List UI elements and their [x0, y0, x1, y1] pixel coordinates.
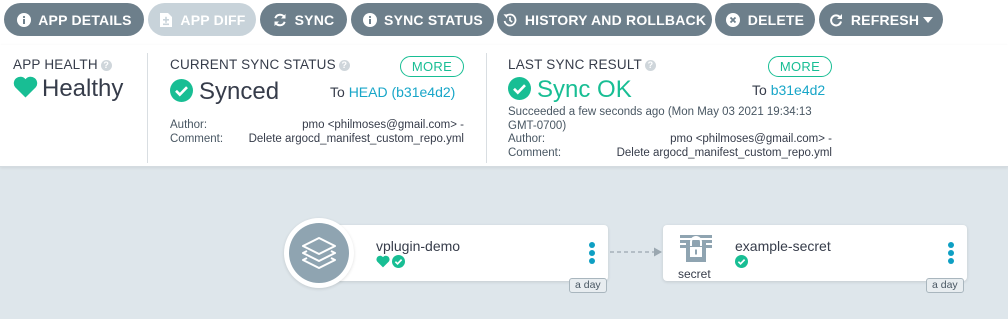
- info-icon: [362, 12, 377, 27]
- last-sync-more-button[interactable]: MORE: [768, 56, 832, 77]
- last-sync-author-label: Author:: [508, 133, 546, 145]
- delete-button[interactable]: DELETE: [715, 3, 815, 36]
- current-sync-label: CURRENT SYNC STATUS?: [170, 57, 350, 72]
- heart-icon: [13, 76, 38, 105]
- refresh-icon: [829, 12, 844, 27]
- help-icon[interactable]: ?: [338, 60, 350, 71]
- current-sync-author-label: Author:: [170, 119, 208, 131]
- divider: [486, 53, 487, 163]
- secret-node-menu-icon[interactable]: [948, 242, 954, 266]
- current-sync-author: pmo <philmoses@gmail.com> -: [302, 119, 464, 131]
- history-rollback-button[interactable]: HISTORY AND ROLLBACK: [497, 3, 712, 36]
- last-sync-value: Sync OK: [508, 76, 632, 107]
- check-circle-icon: [170, 79, 193, 109]
- check-circle-icon: [735, 255, 748, 273]
- divider: [147, 53, 148, 163]
- app-node[interactable]: vplugin-demo a day: [318, 225, 608, 293]
- app-node-name: vplugin-demo: [376, 238, 461, 254]
- app-node-status: [376, 255, 405, 273]
- info-icon: [16, 12, 31, 27]
- current-sync-comment: Delete argocd_manifest_custom_repo.yml: [248, 133, 464, 145]
- current-sync-target: To HEAD (b31e4d2): [330, 84, 456, 100]
- toolbar: APP DETAILS APP DIFF SYNC SYNC STATUS HI…: [0, 0, 1008, 45]
- app-node-circle[interactable]: [284, 218, 354, 288]
- last-sync-comment-label: Comment:: [508, 147, 562, 159]
- current-sync-value: Synced: [170, 78, 279, 109]
- app-details-button[interactable]: APP DETAILS: [4, 3, 144, 36]
- last-sync-comment: Delete argocd_manifest_custom_repo.yml: [616, 147, 832, 159]
- caret-down-icon: [923, 16, 934, 23]
- sync-icon: [273, 12, 288, 27]
- app-node-menu-icon[interactable]: [589, 242, 595, 266]
- lock-icon: [677, 233, 715, 268]
- help-icon[interactable]: ?: [645, 60, 656, 71]
- last-sync-author: pmo <philmoses@gmail.com> -: [670, 133, 832, 145]
- last-sync-revision-link[interactable]: b31e4d2: [771, 82, 826, 98]
- last-sync-succeeded-tz: GMT-0700): [508, 120, 567, 132]
- last-sync-succeeded: Succeeded a few seconds ago (Mon May 03 …: [508, 106, 812, 118]
- current-sync-more-button[interactable]: MORE: [400, 56, 464, 77]
- check-circle-icon: [392, 255, 405, 273]
- check-circle-icon: [508, 77, 531, 107]
- refresh-button[interactable]: REFRESH: [819, 3, 943, 36]
- status-panel: APP HEALTH? Healthy CURRENT SYNC STATUS?…: [0, 45, 1008, 167]
- help-icon[interactable]: ?: [100, 60, 112, 71]
- graph-edge: [610, 247, 662, 257]
- secret-node[interactable]: secret example-secret a day: [663, 225, 967, 293]
- sync-button[interactable]: SYNC: [260, 3, 347, 36]
- secret-node-name: example-secret: [735, 238, 831, 254]
- close-circle-icon: [726, 12, 741, 27]
- last-sync-label: LAST SYNC RESULT?: [508, 57, 656, 72]
- app-node-age: a day: [569, 278, 607, 293]
- sync-status-button[interactable]: SYNC STATUS: [351, 3, 494, 36]
- file-diff-icon: [158, 12, 173, 27]
- heart-icon: [376, 255, 390, 273]
- layers-icon: [289, 223, 349, 283]
- resource-graph: vplugin-demo a day secret example-secret…: [0, 168, 1008, 319]
- history-icon: [503, 12, 518, 27]
- secret-node-kind: secret: [678, 267, 711, 281]
- app-health-value: Healthy: [13, 75, 123, 105]
- secret-node-age: a day: [926, 278, 964, 293]
- current-sync-comment-label: Comment:: [170, 133, 224, 145]
- current-sync-revision-link[interactable]: HEAD (b31e4d2): [349, 84, 456, 100]
- app-health-label: APP HEALTH?: [13, 57, 112, 72]
- last-sync-target: To b31e4d2: [752, 82, 826, 98]
- app-diff-button[interactable]: APP DIFF: [148, 3, 256, 36]
